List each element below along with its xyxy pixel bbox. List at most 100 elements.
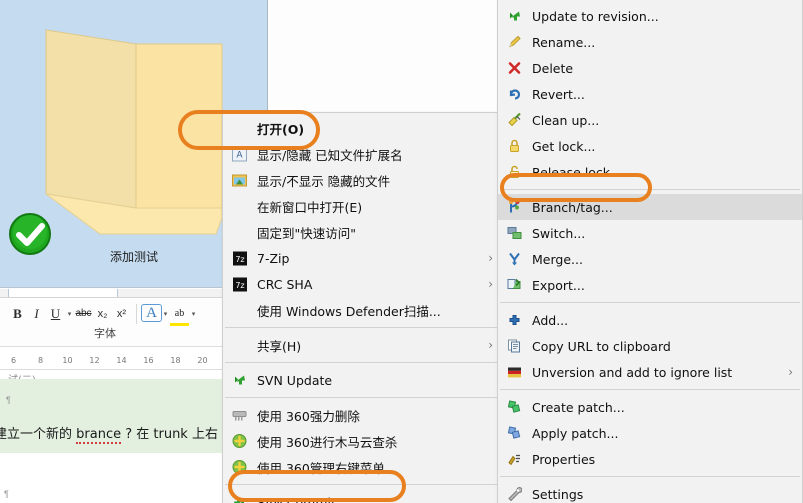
- 360-scan-icon: [231, 433, 248, 450]
- menu-item-pin-quick-access[interactable]: 固定到"快速访问": [223, 219, 502, 245]
- menu-item-label: 使用 360管理右键菜单: [257, 460, 385, 476]
- cleanup-broom-icon: [506, 112, 523, 129]
- screenshot-root: 添加测试 B I U ▾ abc x₂ x² A ▾ ab ▾ 字体 6 8 1…: [0, 0, 803, 503]
- rename-pencil-icon: [506, 34, 523, 51]
- submenu-item-merge[interactable]: Merge...: [498, 246, 802, 272]
- menu-separator: [225, 397, 500, 398]
- submenu-item-revert[interactable]: Revert...: [498, 81, 802, 107]
- paragraph-mark-icon: ¶: [6, 395, 11, 405]
- svg-text:7z: 7z: [235, 281, 244, 290]
- strikethrough-button[interactable]: abc: [74, 303, 93, 324]
- italic-button[interactable]: I: [27, 303, 46, 324]
- apply-patch-icon: [506, 425, 523, 442]
- submenu-item-rename[interactable]: Rename...: [498, 29, 802, 55]
- submenu-item-apply-patch[interactable]: Apply patch...: [498, 420, 802, 446]
- horizontal-ruler[interactable]: 6 8 10 12 14 16 18 20 22: [0, 351, 223, 370]
- submenu-item-label: Export...: [532, 277, 585, 293]
- menu-item-360-shred[interactable]: 使用 360强力删除: [223, 402, 502, 428]
- submenu-item-label: Unversion and add to ignore list: [532, 364, 733, 380]
- menu-item-toggle-extensions[interactable]: A 显示/隐藏 已知文件扩展名: [223, 141, 502, 167]
- submenu-item-label: Branch/tag...: [532, 199, 613, 215]
- menu-item-crc-sha[interactable]: 7z CRC SHA ›: [223, 271, 502, 297]
- menu-item-360-trojan-scan[interactable]: 使用 360进行木马云查杀: [223, 428, 502, 454]
- menu-item-toggle-hidden[interactable]: 显示/不显示 隐藏的文件: [223, 167, 502, 193]
- submenu-item-delete[interactable]: Delete: [498, 55, 802, 81]
- tortoisesvn-submenu[interactable]: Update to revision... Rename... Delete R…: [497, 0, 803, 503]
- submenu-item-branch-tag[interactable]: Branch/tag...: [498, 194, 802, 220]
- ruler-tick: 8: [37, 355, 44, 365]
- paragraph-mark-icon-2: ¶: [4, 489, 9, 499]
- svn-commit-icon: [231, 494, 248, 503]
- chevron-right-icon: ›: [488, 251, 493, 265]
- ruler-ticks: 6 8 10 12 14 16 18 20 22: [0, 355, 223, 365]
- export-icon: [506, 277, 523, 294]
- menu-item-open-new-window[interactable]: 在新窗口中打开(E): [223, 193, 502, 219]
- submenu-item-settings[interactable]: Settings: [498, 481, 802, 503]
- menu-separator: [225, 362, 500, 363]
- underline-dropdown-icon[interactable]: ▾: [65, 310, 74, 318]
- menu-item-label: 共享(H): [257, 338, 302, 354]
- submenu-item-switch[interactable]: Switch...: [498, 220, 802, 246]
- submenu-item-get-lock[interactable]: Get lock...: [498, 133, 802, 159]
- submenu-item-export[interactable]: Export...: [498, 272, 802, 298]
- submenu-item-label: Apply patch...: [532, 425, 619, 441]
- 7zip-icon: 7z: [231, 276, 248, 293]
- text-effects-dropdown-icon[interactable]: ▾: [161, 310, 170, 318]
- superscript-button[interactable]: x²: [112, 303, 131, 324]
- document-text-suffix: ? 在 trunk 上右: [121, 427, 218, 442]
- submenu-separator: [500, 389, 800, 390]
- submenu-item-label: Clean up...: [532, 112, 600, 128]
- explorer-context-menu[interactable]: 打开(O) A 显示/隐藏 已知文件扩展名 显示/不显示 隐藏的文件 在新窗口中…: [222, 112, 503, 503]
- submenu-item-properties[interactable]: Properties: [498, 446, 802, 472]
- submenu-separator: [500, 476, 800, 477]
- svn-update-icon: [231, 372, 248, 389]
- submenu-item-release-lock[interactable]: Release lock...: [498, 159, 802, 185]
- submenu-item-unversion-ignore[interactable]: Unversion and add to ignore list ›: [498, 359, 802, 385]
- folder-glyph: [45, 29, 223, 235]
- create-patch-icon: [506, 399, 523, 416]
- menu-item-defender-scan[interactable]: 使用 Windows Defender扫描...: [223, 297, 502, 323]
- submenu-item-clean-up[interactable]: Clean up...: [498, 107, 802, 133]
- menu-item-share[interactable]: 共享(H) ›: [223, 332, 502, 358]
- highlight-button[interactable]: ab: [170, 303, 189, 326]
- menu-item-label: 固定到"快速访问": [257, 225, 356, 241]
- word-editor-panel: B I U ▾ abc x₂ x² A ▾ ab ▾ 字体 6 8 10 12: [0, 289, 224, 503]
- subscript-button[interactable]: x₂: [93, 303, 112, 324]
- menu-item-label: 打开(O): [257, 121, 305, 137]
- menu-item-label: 使用 Windows Defender扫描...: [257, 303, 441, 319]
- ruler-tick: 14: [116, 355, 127, 365]
- menu-item-label: 显示/隐藏 已知文件扩展名: [257, 147, 403, 163]
- submenu-item-label: Rename...: [532, 34, 596, 50]
- submenu-item-label: Release lock...: [532, 164, 622, 180]
- ribbon-font-group: B I U ▾ abc x₂ x² A ▾ ab ▾ 字体: [0, 299, 223, 347]
- ribbon-active-tab[interactable]: [8, 289, 118, 297]
- text-effects-button[interactable]: A: [141, 303, 162, 324]
- menu-item-label: 显示/不显示 隐藏的文件: [257, 173, 391, 189]
- update-revision-icon: [506, 8, 523, 25]
- submenu-item-label: Create patch...: [532, 399, 625, 415]
- submenu-item-label: Settings: [532, 486, 584, 502]
- menu-item-svn-update[interactable]: SVN Update: [223, 367, 502, 393]
- bold-button[interactable]: B: [8, 303, 27, 324]
- document-text-prefix: 建立一个新的: [0, 427, 77, 442]
- 360-shred-icon: [231, 407, 248, 424]
- lock-closed-icon: [506, 138, 523, 155]
- submenu-item-update-to-revision[interactable]: Update to revision...: [498, 3, 802, 29]
- menu-item-open[interactable]: 打开(O): [223, 115, 502, 141]
- menu-item-svn-commit[interactable]: SVN Commit...: [223, 489, 502, 503]
- submenu-item-add[interactable]: Add...: [498, 307, 802, 333]
- menu-item-label: 使用 360强力删除: [257, 408, 360, 424]
- highlight-dropdown-icon[interactable]: ▾: [189, 310, 198, 318]
- chevron-right-icon: ›: [488, 277, 493, 291]
- underline-button[interactable]: U: [46, 303, 65, 324]
- ruler-tick: 10: [62, 355, 73, 365]
- menu-item-7zip[interactable]: 7z 7-Zip ›: [223, 245, 502, 271]
- menu-item-360-manage-context-menu[interactable]: 使用 360管理右键菜单: [223, 454, 502, 480]
- folder-icon[interactable]: [40, 22, 230, 242]
- submenu-item-create-patch[interactable]: Create patch...: [498, 394, 802, 420]
- revert-undo-icon: [506, 86, 523, 103]
- submenu-item-copy-url[interactable]: Copy URL to clipboard: [498, 333, 802, 359]
- document-page[interactable]: 试(二) ¶ 建立一个新的 brance ? 在 trunk 上右 ¶: [0, 371, 223, 503]
- menu-item-label: 7-Zip: [257, 250, 290, 266]
- submenu-item-label: Update to revision...: [532, 8, 659, 24]
